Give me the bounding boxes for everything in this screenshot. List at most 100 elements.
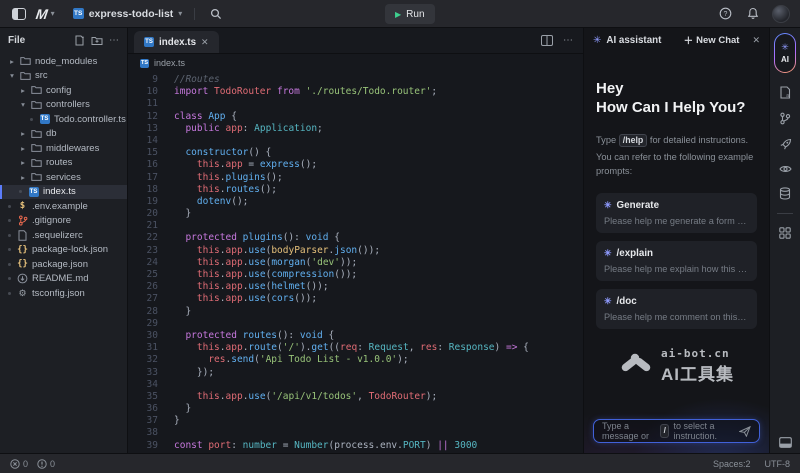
- code-line[interactable]: 34: [128, 379, 583, 391]
- tree-item-index-ts[interactable]: TSindex.ts: [0, 185, 127, 200]
- send-message-icon[interactable]: [739, 426, 751, 437]
- code-line[interactable]: 18 this.routes();: [128, 184, 583, 196]
- code-text: }: [174, 208, 191, 220]
- code-area[interactable]: 9//Routes10import TodoRouter from './rou…: [128, 72, 583, 453]
- code-line[interactable]: 22 protected plugins(): void {: [128, 232, 583, 244]
- tree-item-controllers[interactable]: ▾controllers: [0, 98, 127, 113]
- new-file-icon[interactable]: [74, 35, 85, 46]
- sidebar-toggle-icon[interactable]: [10, 5, 28, 23]
- code-text: import TodoRouter from './routes/Todo.ro…: [174, 86, 437, 98]
- source-control-branch-icon[interactable]: [779, 112, 791, 125]
- tree-item--gitignore[interactable]: .gitignore: [0, 214, 127, 229]
- code-line[interactable]: 10import TodoRouter from './routes/Todo.…: [128, 86, 583, 98]
- code-line[interactable]: 14: [128, 135, 583, 147]
- tree-item-middlewares[interactable]: ▸middlewares: [0, 141, 127, 156]
- tree-item-readme-md[interactable]: README.md: [0, 272, 127, 287]
- code-line[interactable]: 37}: [128, 415, 583, 427]
- code-line[interactable]: 38: [128, 427, 583, 439]
- chat-input[interactable]: Type a message or / to select a instruct…: [593, 419, 760, 443]
- tree-item-package-json[interactable]: {}package.json: [0, 257, 127, 272]
- svg-text:?: ?: [723, 11, 727, 18]
- code-line[interactable]: 31 this.app.route('/').get((req: Request…: [128, 342, 583, 354]
- code-line[interactable]: 16 this.app = express();: [128, 159, 583, 171]
- prompt-card-explain[interactable]: ✳/explainPlease help me explain how this…: [596, 241, 757, 281]
- ai-sparkle-icon: ✳: [781, 42, 789, 53]
- tree-item--sequelizerc[interactable]: .sequelizerc: [0, 228, 127, 243]
- new-chat-button[interactable]: ＋New Chat: [684, 33, 740, 47]
- tree-item-config[interactable]: ▸config: [0, 83, 127, 98]
- code-line[interactable]: 23 this.app.use(bodyParser.json());: [128, 245, 583, 257]
- code-text: this.app = express();: [174, 159, 317, 171]
- breadcrumb[interactable]: TS index.ts: [128, 54, 583, 72]
- notifications-bell-icon[interactable]: [744, 5, 762, 23]
- deploy-rocket-icon[interactable]: [779, 138, 792, 151]
- ts-file-icon: TS: [40, 114, 50, 124]
- prompt-card-generate[interactable]: ✳GeneratePlease help me generate a form …: [596, 193, 757, 233]
- docs-icon[interactable]: a: [779, 86, 791, 99]
- code-text: this.app.route('/').get((req: Request, r…: [174, 342, 529, 354]
- code-line[interactable]: 39const port: number = Number(process.en…: [128, 440, 583, 452]
- user-avatar[interactable]: [772, 5, 790, 23]
- code-line[interactable]: 28 }: [128, 306, 583, 318]
- code-line[interactable]: 32 res.send('Api Todo List - v1.0.0');: [128, 354, 583, 366]
- new-folder-icon[interactable]: [91, 35, 103, 46]
- tree-item-src[interactable]: ▾src: [0, 69, 127, 84]
- apps-grid-icon[interactable]: [779, 227, 791, 239]
- code-line[interactable]: 13 public app: Application;: [128, 123, 583, 135]
- code-line[interactable]: 29: [128, 318, 583, 330]
- bottom-panel-toggle-icon[interactable]: [779, 437, 792, 448]
- ai-sparkle-icon: ✳: [593, 35, 601, 46]
- run-button[interactable]: ▶ Run: [385, 4, 435, 24]
- prompt-card-doc[interactable]: ✳/docPlease help me comment on this code…: [596, 289, 757, 329]
- search-icon[interactable]: [207, 5, 225, 23]
- project-switcher[interactable]: TS express-todo-list ▾: [73, 8, 183, 20]
- svg-text:a: a: [786, 93, 789, 99]
- help-icon[interactable]: ?: [716, 5, 734, 23]
- close-tab-icon[interactable]: ✕: [201, 37, 209, 48]
- editor-more-icon[interactable]: ⋯: [563, 35, 573, 46]
- indentation-setting[interactable]: Spaces:2: [713, 459, 751, 469]
- git-status-dot: [8, 205, 11, 208]
- database-icon[interactable]: [779, 187, 791, 200]
- code-line[interactable]: 36 }: [128, 403, 583, 415]
- folder-icon: [31, 100, 42, 110]
- code-line[interactable]: 20 }: [128, 208, 583, 220]
- tree-item-db[interactable]: ▸db: [0, 127, 127, 142]
- code-line[interactable]: 15 constructor() {: [128, 147, 583, 159]
- tab-index-ts[interactable]: TS index.ts ✕: [134, 31, 219, 53]
- code-line[interactable]: 25 this.app.use(compression());: [128, 269, 583, 281]
- code-line[interactable]: 26 this.app.use(helmet());: [128, 281, 583, 293]
- preview-eye-icon[interactable]: [779, 164, 792, 174]
- close-panel-icon[interactable]: ✕: [752, 35, 760, 46]
- app-logo[interactable]: M▾: [36, 5, 55, 23]
- code-line[interactable]: 27 this.app.use(cors());: [128, 293, 583, 305]
- line-number: 21: [128, 220, 158, 232]
- ai-assistant-tab[interactable]: ✳ AI: [774, 33, 796, 73]
- tree-item-routes[interactable]: ▸routes: [0, 156, 127, 171]
- prompt-title: /doc: [617, 296, 637, 307]
- code-line[interactable]: 11: [128, 98, 583, 110]
- code-line[interactable]: 17 this.plugins();: [128, 172, 583, 184]
- tree-item-tsconfig-json[interactable]: ⚙tsconfig.json: [0, 286, 127, 301]
- tree-item-todo-controller-ts[interactable]: TSTodo.controller.ts: [0, 112, 127, 127]
- code-line[interactable]: 24 this.app.use(morgan('dev'));: [128, 257, 583, 269]
- tree-item-label: controllers: [46, 99, 90, 110]
- encoding-setting[interactable]: UTF-8: [765, 459, 791, 469]
- ai-refer-line: You can refer to the following example p…: [596, 151, 757, 179]
- code-line[interactable]: 35 this.app.use('/api/v1/todos', TodoRou…: [128, 391, 583, 403]
- tree-item--env-example[interactable]: $.env.example: [0, 199, 127, 214]
- code-line[interactable]: 9//Routes: [128, 74, 583, 86]
- tree-item-node-modules[interactable]: ▸node_modules: [0, 54, 127, 69]
- code-line[interactable]: 30 protected routes(): void {: [128, 330, 583, 342]
- tree-item-package-lock-json[interactable]: {}package-lock.json: [0, 243, 127, 258]
- split-editor-icon[interactable]: [541, 35, 553, 46]
- code-line[interactable]: 12class App {: [128, 111, 583, 123]
- code-line[interactable]: 33 });: [128, 367, 583, 379]
- code-text: res.send('Api Todo List - v1.0.0');: [174, 354, 409, 366]
- code-line[interactable]: 21: [128, 220, 583, 232]
- explorer-more-icon[interactable]: ⋯: [109, 35, 119, 46]
- code-line[interactable]: 19 dotenv();: [128, 196, 583, 208]
- tree-item-services[interactable]: ▸services: [0, 170, 127, 185]
- warnings-indicator[interactable]: 0: [37, 459, 55, 469]
- errors-indicator[interactable]: 0: [10, 459, 28, 469]
